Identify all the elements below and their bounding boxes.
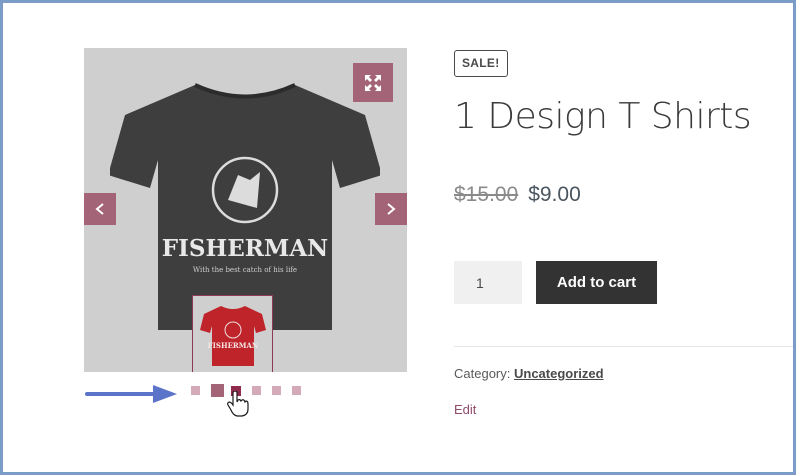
gallery-pagination xyxy=(191,384,312,397)
previous-image-button[interactable] xyxy=(84,193,116,225)
product-meta: Category: Uncategorized xyxy=(454,366,604,381)
gallery-dot[interactable] xyxy=(292,386,301,395)
product-title: 1 Design T Shirts xyxy=(454,96,752,137)
thumbnail-image: FISHERMAN xyxy=(199,305,266,366)
gallery-dot[interactable] xyxy=(272,386,281,395)
gallery-thumbnail[interactable]: FISHERMAN xyxy=(192,295,273,372)
product-gallery: FISHERMAN With the best catch of his lif… xyxy=(84,48,407,372)
quantity-input[interactable] xyxy=(454,261,522,304)
category-label: Category: xyxy=(454,366,514,381)
next-image-button[interactable] xyxy=(375,193,407,225)
zoom-button[interactable] xyxy=(353,63,393,102)
product-image[interactable]: FISHERMAN With the best catch of his lif… xyxy=(110,80,380,330)
price: $15.00 $9.00 xyxy=(454,183,581,207)
shirt-tagline-text: With the best catch of his life xyxy=(193,266,297,274)
divider xyxy=(454,346,793,347)
gallery-dot-active[interactable] xyxy=(211,384,224,397)
add-to-cart-button[interactable]: Add to cart xyxy=(536,261,657,304)
chevron-left-icon xyxy=(95,203,104,215)
chevron-right-icon xyxy=(387,203,396,215)
gallery-dot[interactable] xyxy=(191,386,200,395)
annotation-arrow-icon xyxy=(85,385,177,403)
gallery-dot[interactable] xyxy=(252,386,261,395)
hand-cursor-icon xyxy=(227,391,249,417)
sale-price: $9.00 xyxy=(528,183,581,206)
edit-link[interactable]: Edit xyxy=(454,402,476,417)
page-frame: FISHERMAN With the best catch of his lif… xyxy=(3,3,793,472)
category-link[interactable]: Uncategorized xyxy=(514,366,604,381)
sale-badge: SALE! xyxy=(454,50,508,77)
shirt-brand-text: FISHERMAN xyxy=(162,235,328,262)
thumbnail-brand-text: FISHERMAN xyxy=(207,341,258,350)
expand-icon xyxy=(365,74,381,91)
original-price: $15.00 xyxy=(454,183,519,206)
